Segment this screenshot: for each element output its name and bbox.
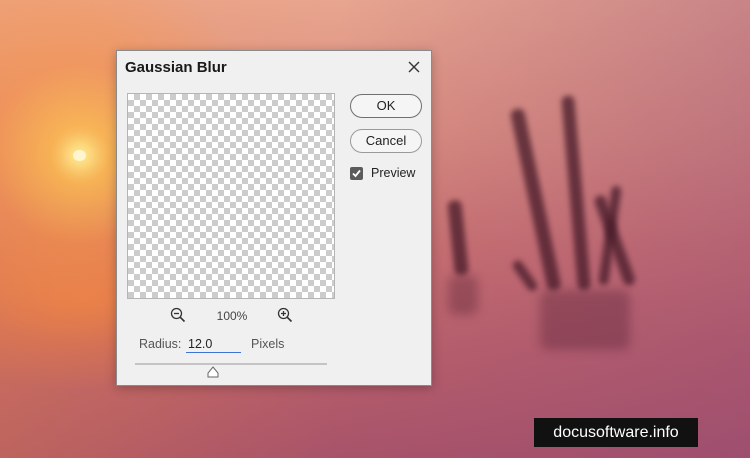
- preview-checkbox[interactable]: [350, 166, 363, 180]
- zoom-controls: 100%: [117, 307, 345, 325]
- dialog-titlebar[interactable]: Gaussian Blur: [117, 51, 431, 83]
- blur-preview-canvas[interactable]: [127, 93, 335, 299]
- slider-thumb-icon[interactable]: [207, 365, 219, 378]
- radius-label: Radius:: [139, 337, 182, 351]
- radius-slider-track[interactable]: [135, 363, 327, 365]
- radius-unit: Pixels: [251, 337, 285, 351]
- zoom-out-icon[interactable]: [170, 307, 186, 323]
- gaussian-blur-dialog: Gaussian Blur OK Cancel Preview 100% Rad…: [116, 50, 432, 386]
- watermark: docusoftware.info: [534, 418, 698, 447]
- water-reflection: [448, 275, 478, 315]
- radius-input[interactable]: [186, 335, 241, 353]
- checkmark-icon: [352, 169, 361, 177]
- ok-button[interactable]: OK: [350, 94, 422, 118]
- sun: [73, 150, 86, 161]
- zoom-level: 100%: [216, 309, 248, 323]
- preview-label: Preview: [371, 166, 416, 180]
- dialog-title: Gaussian Blur: [125, 59, 227, 76]
- water-reflection: [540, 290, 630, 350]
- close-icon[interactable]: [403, 57, 425, 77]
- preview-checkbox-row[interactable]: Preview: [350, 165, 415, 181]
- cancel-button[interactable]: Cancel: [350, 129, 422, 153]
- zoom-in-icon[interactable]: [277, 307, 293, 323]
